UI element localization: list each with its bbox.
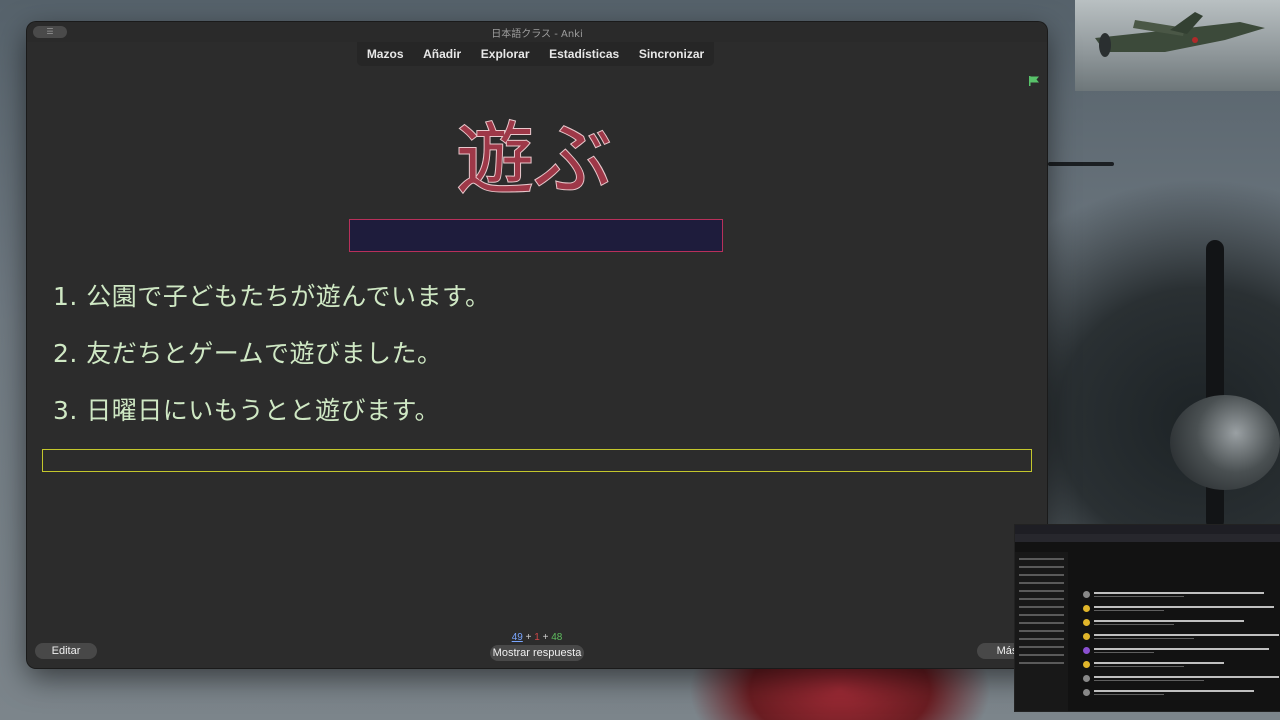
nav-browse[interactable]: Explorar bbox=[477, 45, 534, 63]
count-separator: + bbox=[525, 632, 532, 643]
example-sentence-2: 2. 友だちとゲームで遊びました。 bbox=[53, 339, 443, 368]
count-review: 48 bbox=[551, 632, 563, 643]
browser-address-bar bbox=[1015, 534, 1280, 542]
nav-decks[interactable]: Mazos bbox=[363, 45, 408, 63]
count-learn: 1 bbox=[534, 632, 540, 643]
edit-button[interactable]: Editar bbox=[35, 643, 97, 659]
review-counts: 49 + 1 + 48 bbox=[27, 632, 1047, 643]
wallpaper-propeller-hub bbox=[1170, 395, 1280, 490]
list-item bbox=[1083, 633, 1279, 643]
answer-box bbox=[349, 219, 723, 252]
list-item bbox=[1083, 675, 1279, 685]
title-bar: ☰ 日本語クラス - Anki bbox=[27, 22, 1047, 42]
nav-add[interactable]: Añadir bbox=[419, 45, 465, 63]
example-sentence-1: 1. 公園で子どもたちが遊んでいます。 bbox=[53, 282, 491, 311]
browser-thumbnail bbox=[1014, 524, 1280, 712]
count-new[interactable]: 49 bbox=[512, 632, 523, 643]
nav-stats[interactable]: Estadísticas bbox=[545, 45, 623, 63]
anki-window: ☰ 日本語クラス - Anki Mazos Añadir Explorar Es… bbox=[27, 22, 1047, 668]
window-title: 日本語クラス - Anki bbox=[491, 29, 583, 40]
list-item bbox=[1083, 647, 1273, 657]
browser-tabs bbox=[1015, 525, 1280, 534]
bottom-bar: Editar 49 + 1 + 48 Mostrar respuesta Más bbox=[27, 622, 1047, 668]
list-item bbox=[1083, 689, 1273, 699]
flag-icon[interactable] bbox=[1028, 75, 1040, 87]
nav-sync[interactable]: Sincronizar bbox=[635, 45, 708, 63]
example-sentence-3: 3. 日曜日にいもうとと遊びます。 bbox=[53, 396, 441, 425]
count-separator: + bbox=[542, 632, 549, 643]
list-item bbox=[1083, 605, 1274, 615]
wallpaper-detail bbox=[1048, 162, 1114, 166]
list-item bbox=[1083, 661, 1273, 671]
show-answer-button[interactable]: Mostrar respuesta bbox=[490, 645, 584, 661]
browser-sidebar bbox=[1015, 552, 1068, 711]
main-toolbar: Mazos Añadir Explorar Estadísticas Sincr… bbox=[357, 42, 714, 66]
list-item bbox=[1083, 591, 1273, 601]
list-item bbox=[1083, 619, 1273, 629]
wallpaper-thumbnail bbox=[1075, 0, 1280, 91]
card-word: 遊ぶ bbox=[455, 114, 613, 202]
type-answer-input[interactable] bbox=[42, 449, 1032, 472]
card-word-text: 遊ぶ bbox=[456, 115, 612, 202]
